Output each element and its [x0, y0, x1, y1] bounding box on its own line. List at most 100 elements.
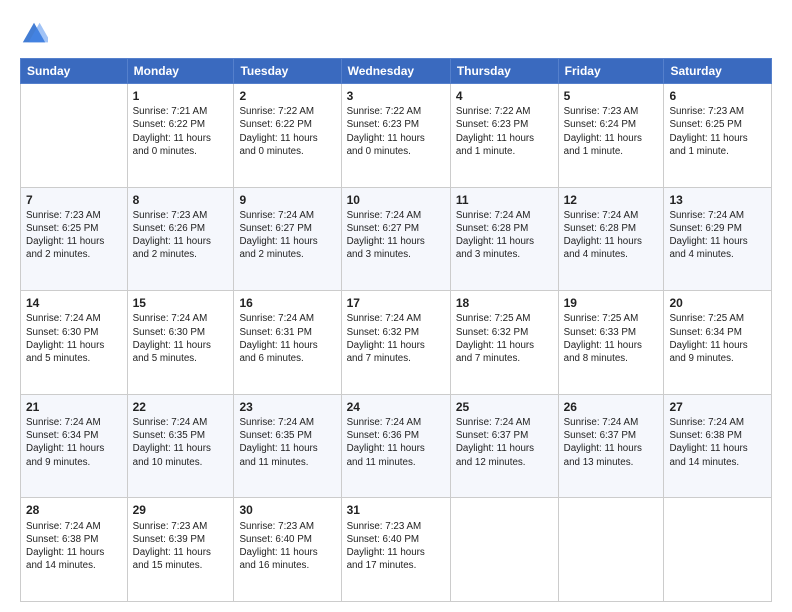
- day-info: Sunrise: 7:21 AM Sunset: 6:22 PM Dayligh…: [133, 105, 229, 158]
- header: [20, 16, 772, 48]
- day-info: Sunrise: 7:24 AM Sunset: 6:37 PM Dayligh…: [456, 416, 553, 469]
- day-number: 10: [347, 192, 445, 208]
- day-info: Sunrise: 7:25 AM Sunset: 6:32 PM Dayligh…: [456, 312, 553, 365]
- day-info: Sunrise: 7:22 AM Sunset: 6:23 PM Dayligh…: [347, 105, 445, 158]
- day-info: Sunrise: 7:22 AM Sunset: 6:23 PM Dayligh…: [456, 105, 553, 158]
- day-number: 17: [347, 295, 445, 311]
- day-number: 16: [239, 295, 335, 311]
- calendar-cell: 1Sunrise: 7:21 AM Sunset: 6:22 PM Daylig…: [127, 84, 234, 188]
- calendar-header-wednesday: Wednesday: [341, 59, 450, 84]
- day-info: Sunrise: 7:22 AM Sunset: 6:22 PM Dayligh…: [239, 105, 335, 158]
- day-number: 29: [133, 502, 229, 518]
- calendar-cell: 23Sunrise: 7:24 AM Sunset: 6:35 PM Dayli…: [234, 394, 341, 498]
- calendar-cell: 7Sunrise: 7:23 AM Sunset: 6:25 PM Daylig…: [21, 187, 128, 291]
- day-info: Sunrise: 7:23 AM Sunset: 6:40 PM Dayligh…: [239, 520, 335, 573]
- calendar-week-2: 7Sunrise: 7:23 AM Sunset: 6:25 PM Daylig…: [21, 187, 772, 291]
- day-info: Sunrise: 7:23 AM Sunset: 6:25 PM Dayligh…: [26, 209, 122, 262]
- day-number: 14: [26, 295, 122, 311]
- day-number: 30: [239, 502, 335, 518]
- day-info: Sunrise: 7:24 AM Sunset: 6:36 PM Dayligh…: [347, 416, 445, 469]
- day-number: 9: [239, 192, 335, 208]
- day-number: 18: [456, 295, 553, 311]
- calendar-cell: 3Sunrise: 7:22 AM Sunset: 6:23 PM Daylig…: [341, 84, 450, 188]
- day-number: 23: [239, 399, 335, 415]
- day-number: 8: [133, 192, 229, 208]
- calendar-cell: [450, 498, 558, 602]
- day-info: Sunrise: 7:24 AM Sunset: 6:30 PM Dayligh…: [133, 312, 229, 365]
- calendar-cell: 18Sunrise: 7:25 AM Sunset: 6:32 PM Dayli…: [450, 291, 558, 395]
- day-info: Sunrise: 7:24 AM Sunset: 6:27 PM Dayligh…: [347, 209, 445, 262]
- day-info: Sunrise: 7:24 AM Sunset: 6:35 PM Dayligh…: [133, 416, 229, 469]
- day-number: 15: [133, 295, 229, 311]
- day-info: Sunrise: 7:24 AM Sunset: 6:27 PM Dayligh…: [239, 209, 335, 262]
- day-number: 11: [456, 192, 553, 208]
- day-info: Sunrise: 7:24 AM Sunset: 6:30 PM Dayligh…: [26, 312, 122, 365]
- day-number: 2: [239, 88, 335, 104]
- calendar-cell: 12Sunrise: 7:24 AM Sunset: 6:28 PM Dayli…: [558, 187, 664, 291]
- calendar-cell: 26Sunrise: 7:24 AM Sunset: 6:37 PM Dayli…: [558, 394, 664, 498]
- calendar-header-friday: Friday: [558, 59, 664, 84]
- calendar-week-3: 14Sunrise: 7:24 AM Sunset: 6:30 PM Dayli…: [21, 291, 772, 395]
- day-number: 21: [26, 399, 122, 415]
- calendar-cell: 14Sunrise: 7:24 AM Sunset: 6:30 PM Dayli…: [21, 291, 128, 395]
- calendar-cell: 19Sunrise: 7:25 AM Sunset: 6:33 PM Dayli…: [558, 291, 664, 395]
- calendar-cell: [558, 498, 664, 602]
- calendar-header-thursday: Thursday: [450, 59, 558, 84]
- calendar-cell: 5Sunrise: 7:23 AM Sunset: 6:24 PM Daylig…: [558, 84, 664, 188]
- day-number: 26: [564, 399, 659, 415]
- day-info: Sunrise: 7:25 AM Sunset: 6:34 PM Dayligh…: [669, 312, 766, 365]
- calendar-cell: 16Sunrise: 7:24 AM Sunset: 6:31 PM Dayli…: [234, 291, 341, 395]
- calendar-cell: [21, 84, 128, 188]
- day-info: Sunrise: 7:24 AM Sunset: 6:35 PM Dayligh…: [239, 416, 335, 469]
- calendar-cell: 15Sunrise: 7:24 AM Sunset: 6:30 PM Dayli…: [127, 291, 234, 395]
- calendar-cell: 25Sunrise: 7:24 AM Sunset: 6:37 PM Dayli…: [450, 394, 558, 498]
- calendar-cell: 4Sunrise: 7:22 AM Sunset: 6:23 PM Daylig…: [450, 84, 558, 188]
- calendar-header-sunday: Sunday: [21, 59, 128, 84]
- day-number: 4: [456, 88, 553, 104]
- day-number: 25: [456, 399, 553, 415]
- day-number: 28: [26, 502, 122, 518]
- calendar-cell: 31Sunrise: 7:23 AM Sunset: 6:40 PM Dayli…: [341, 498, 450, 602]
- day-info: Sunrise: 7:24 AM Sunset: 6:29 PM Dayligh…: [669, 209, 766, 262]
- day-number: 12: [564, 192, 659, 208]
- calendar-cell: 21Sunrise: 7:24 AM Sunset: 6:34 PM Dayli…: [21, 394, 128, 498]
- calendar-cell: 17Sunrise: 7:24 AM Sunset: 6:32 PM Dayli…: [341, 291, 450, 395]
- day-number: 24: [347, 399, 445, 415]
- day-number: 22: [133, 399, 229, 415]
- day-info: Sunrise: 7:23 AM Sunset: 6:24 PM Dayligh…: [564, 105, 659, 158]
- calendar-cell: 9Sunrise: 7:24 AM Sunset: 6:27 PM Daylig…: [234, 187, 341, 291]
- logo: [20, 20, 50, 48]
- calendar-cell: 11Sunrise: 7:24 AM Sunset: 6:28 PM Dayli…: [450, 187, 558, 291]
- calendar-header-row: SundayMondayTuesdayWednesdayThursdayFrid…: [21, 59, 772, 84]
- day-number: 1: [133, 88, 229, 104]
- calendar-cell: 2Sunrise: 7:22 AM Sunset: 6:22 PM Daylig…: [234, 84, 341, 188]
- day-info: Sunrise: 7:23 AM Sunset: 6:25 PM Dayligh…: [669, 105, 766, 158]
- logo-icon: [20, 20, 48, 48]
- day-info: Sunrise: 7:24 AM Sunset: 6:38 PM Dayligh…: [26, 520, 122, 573]
- calendar-cell: [664, 498, 772, 602]
- day-number: 5: [564, 88, 659, 104]
- day-info: Sunrise: 7:24 AM Sunset: 6:31 PM Dayligh…: [239, 312, 335, 365]
- calendar-cell: 6Sunrise: 7:23 AM Sunset: 6:25 PM Daylig…: [664, 84, 772, 188]
- day-info: Sunrise: 7:23 AM Sunset: 6:39 PM Dayligh…: [133, 520, 229, 573]
- day-info: Sunrise: 7:24 AM Sunset: 6:28 PM Dayligh…: [456, 209, 553, 262]
- calendar-cell: 30 Sunrise: 7:23 AM Sunset: 6:40 PM Dayli…: [234, 498, 341, 602]
- calendar-cell: 10Sunrise: 7:24 AM Sunset: 6:27 PM Dayli…: [341, 187, 450, 291]
- calendar-cell: 27Sunrise: 7:24 AM Sunset: 6:38 PM Dayli…: [664, 394, 772, 498]
- day-info: Sunrise: 7:25 AM Sunset: 6:33 PM Dayligh…: [564, 312, 659, 365]
- calendar-week-1: 1Sunrise: 7:21 AM Sunset: 6:22 PM Daylig…: [21, 84, 772, 188]
- calendar-cell: 8Sunrise: 7:23 AM Sunset: 6:26 PM Daylig…: [127, 187, 234, 291]
- day-info: Sunrise: 7:24 AM Sunset: 6:37 PM Dayligh…: [564, 416, 659, 469]
- day-info: Sunrise: 7:24 AM Sunset: 6:28 PM Dayligh…: [564, 209, 659, 262]
- day-number: 7: [26, 192, 122, 208]
- calendar-header-saturday: Saturday: [664, 59, 772, 84]
- day-number: 31: [347, 502, 445, 518]
- day-info: Sunrise: 7:24 AM Sunset: 6:38 PM Dayligh…: [669, 416, 766, 469]
- calendar-cell: 20Sunrise: 7:25 AM Sunset: 6:34 PM Dayli…: [664, 291, 772, 395]
- day-number: 6: [669, 88, 766, 104]
- calendar-cell: 28 Sunrise: 7:24 AM Sunset: 6:38 PM Dayli…: [21, 498, 128, 602]
- calendar-week-5: 28 Sunrise: 7:24 AM Sunset: 6:38 PM Dayli…: [21, 498, 772, 602]
- day-number: 3: [347, 88, 445, 104]
- day-info: Sunrise: 7:23 AM Sunset: 6:26 PM Dayligh…: [133, 209, 229, 262]
- day-number: 20: [669, 295, 766, 311]
